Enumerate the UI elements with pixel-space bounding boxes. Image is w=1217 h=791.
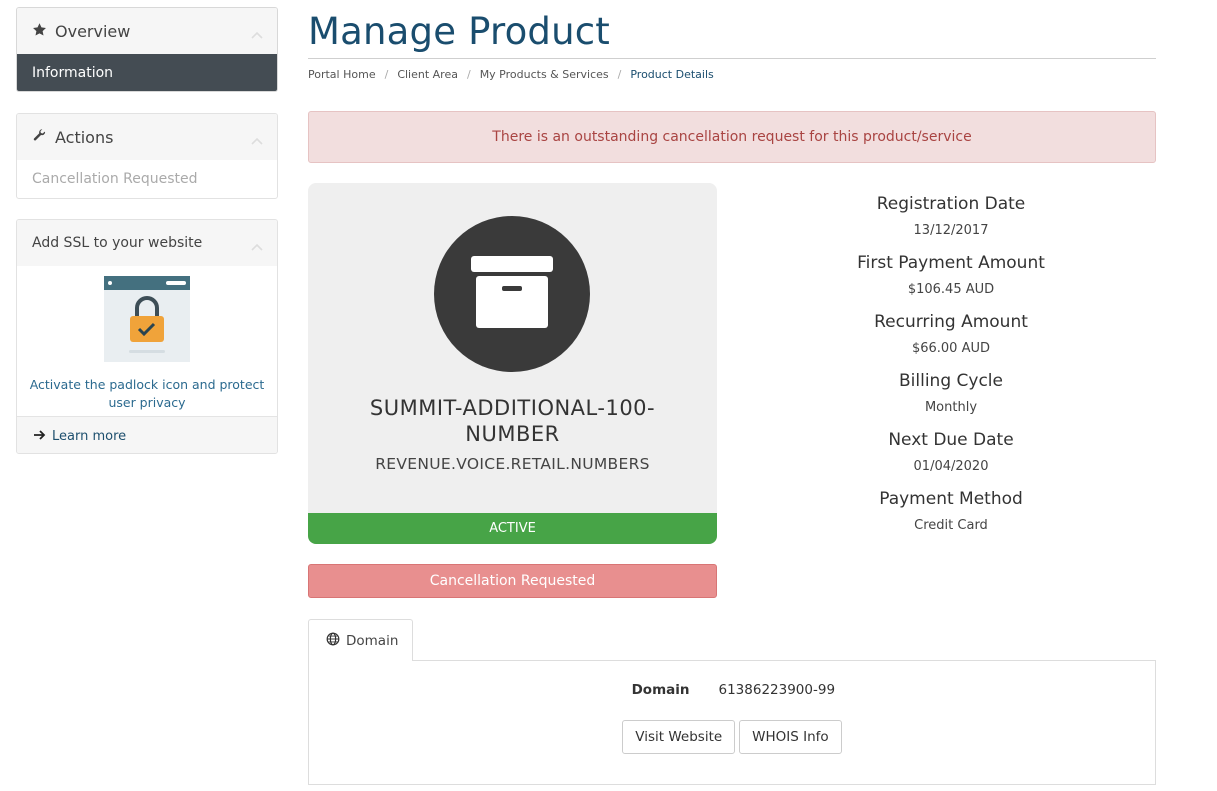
domain-actions: Visit Website WHOIS Info	[309, 720, 1155, 754]
panel-header-actions[interactable]: Actions	[17, 114, 277, 160]
product-name: SUMMIT-ADDITIONAL-100-NUMBER	[369, 396, 656, 446]
panel-title: Add SSL to your website	[32, 235, 203, 251]
product-icon-circle	[434, 216, 590, 372]
breadcrumb-separator: /	[617, 68, 622, 81]
sidebar-panel-overview: Overview Information	[16, 7, 278, 92]
domain-value: 61386223900-99	[718, 682, 836, 698]
ssl-padlock-icon	[104, 276, 190, 362]
product-details: Registration Date 13/12/2017 First Payme…	[800, 190, 1102, 544]
breadcrumb: Portal Home / Client Area / My Products …	[308, 68, 714, 81]
tab-domain[interactable]: Domain	[308, 619, 413, 661]
breadcrumb-my-products[interactable]: My Products & Services	[480, 68, 609, 81]
detail-value-billing-cycle: Monthly	[924, 400, 978, 415]
learn-more-label: Learn more	[52, 429, 127, 444]
breadcrumb-product-details: Product Details	[630, 68, 714, 81]
detail-value-first-payment: $106.45 AUD	[907, 282, 995, 297]
domain-label: Domain	[631, 682, 690, 698]
whois-info-button[interactable]: WHOIS Info	[739, 720, 842, 754]
sidebar-item-information[interactable]: Information	[17, 54, 277, 91]
detail-value-payment-method: Credit Card	[914, 518, 988, 533]
sidebar-panel-actions: Actions Cancellation Requested	[16, 113, 278, 199]
panel-title: Actions	[55, 127, 114, 147]
status-badge: ACTIVE	[308, 513, 717, 544]
panel-title: Overview	[55, 21, 131, 41]
sidebar-panel-ssl: Add SSL to your website Activate the pad…	[16, 219, 278, 454]
chevron-up-icon[interactable]	[251, 130, 263, 149]
chevron-up-icon[interactable]	[251, 24, 263, 43]
detail-value-registration-date: 13/12/2017	[913, 223, 989, 238]
learn-more-link[interactable]: Learn more	[17, 416, 277, 453]
archive-box-icon	[471, 256, 553, 332]
domain-row: Domain 61386223900-99	[309, 682, 1155, 698]
title-divider	[308, 58, 1156, 59]
detail-label-first-payment: First Payment Amount	[857, 253, 1045, 273]
sidebar-item-cancellation-requested: Cancellation Requested	[32, 171, 198, 187]
detail-label-recurring-amount: Recurring Amount	[874, 312, 1028, 332]
product-card: SUMMIT-ADDITIONAL-100-NUMBER REVENUE.VOI…	[308, 183, 717, 513]
ssl-description: Activate the padlock icon and protect us…	[29, 377, 265, 410]
globe-icon	[326, 632, 340, 650]
detail-label-billing-cycle: Billing Cycle	[899, 371, 1003, 391]
detail-label-payment-method: Payment Method	[879, 489, 1023, 509]
ssl-body: Activate the padlock icon and protect us…	[17, 266, 277, 416]
domain-tab-panel: Domain 61386223900-99 Visit Website WHOI…	[308, 660, 1156, 785]
visit-website-button[interactable]: Visit Website	[622, 720, 736, 754]
product-group: REVENUE.VOICE.RETAIL.NUMBERS	[375, 455, 650, 473]
cancellation-requested-button[interactable]: Cancellation Requested	[308, 564, 717, 598]
detail-value-next-due-date: 01/04/2020	[913, 459, 989, 474]
breadcrumb-client-area[interactable]: Client Area	[397, 68, 458, 81]
panel-header-overview[interactable]: Overview	[17, 8, 277, 54]
chevron-up-icon[interactable]	[251, 236, 263, 255]
detail-label-next-due-date: Next Due Date	[888, 430, 1014, 450]
star-icon	[32, 22, 47, 41]
breadcrumb-separator: /	[384, 68, 389, 81]
breadcrumb-separator: /	[466, 68, 471, 81]
breadcrumb-portal-home[interactable]: Portal Home	[308, 68, 376, 81]
detail-label-registration-date: Registration Date	[876, 194, 1026, 214]
tab-label: Domain	[346, 632, 399, 649]
arrow-right-icon	[33, 429, 46, 445]
cancellation-alert: There is an outstanding cancellation req…	[308, 111, 1156, 163]
panel-header-ssl[interactable]: Add SSL to your website	[17, 220, 277, 266]
wrench-icon	[32, 128, 47, 147]
page-title: Manage Product	[308, 10, 611, 53]
detail-value-recurring-amount: $66.00 AUD	[911, 341, 991, 356]
